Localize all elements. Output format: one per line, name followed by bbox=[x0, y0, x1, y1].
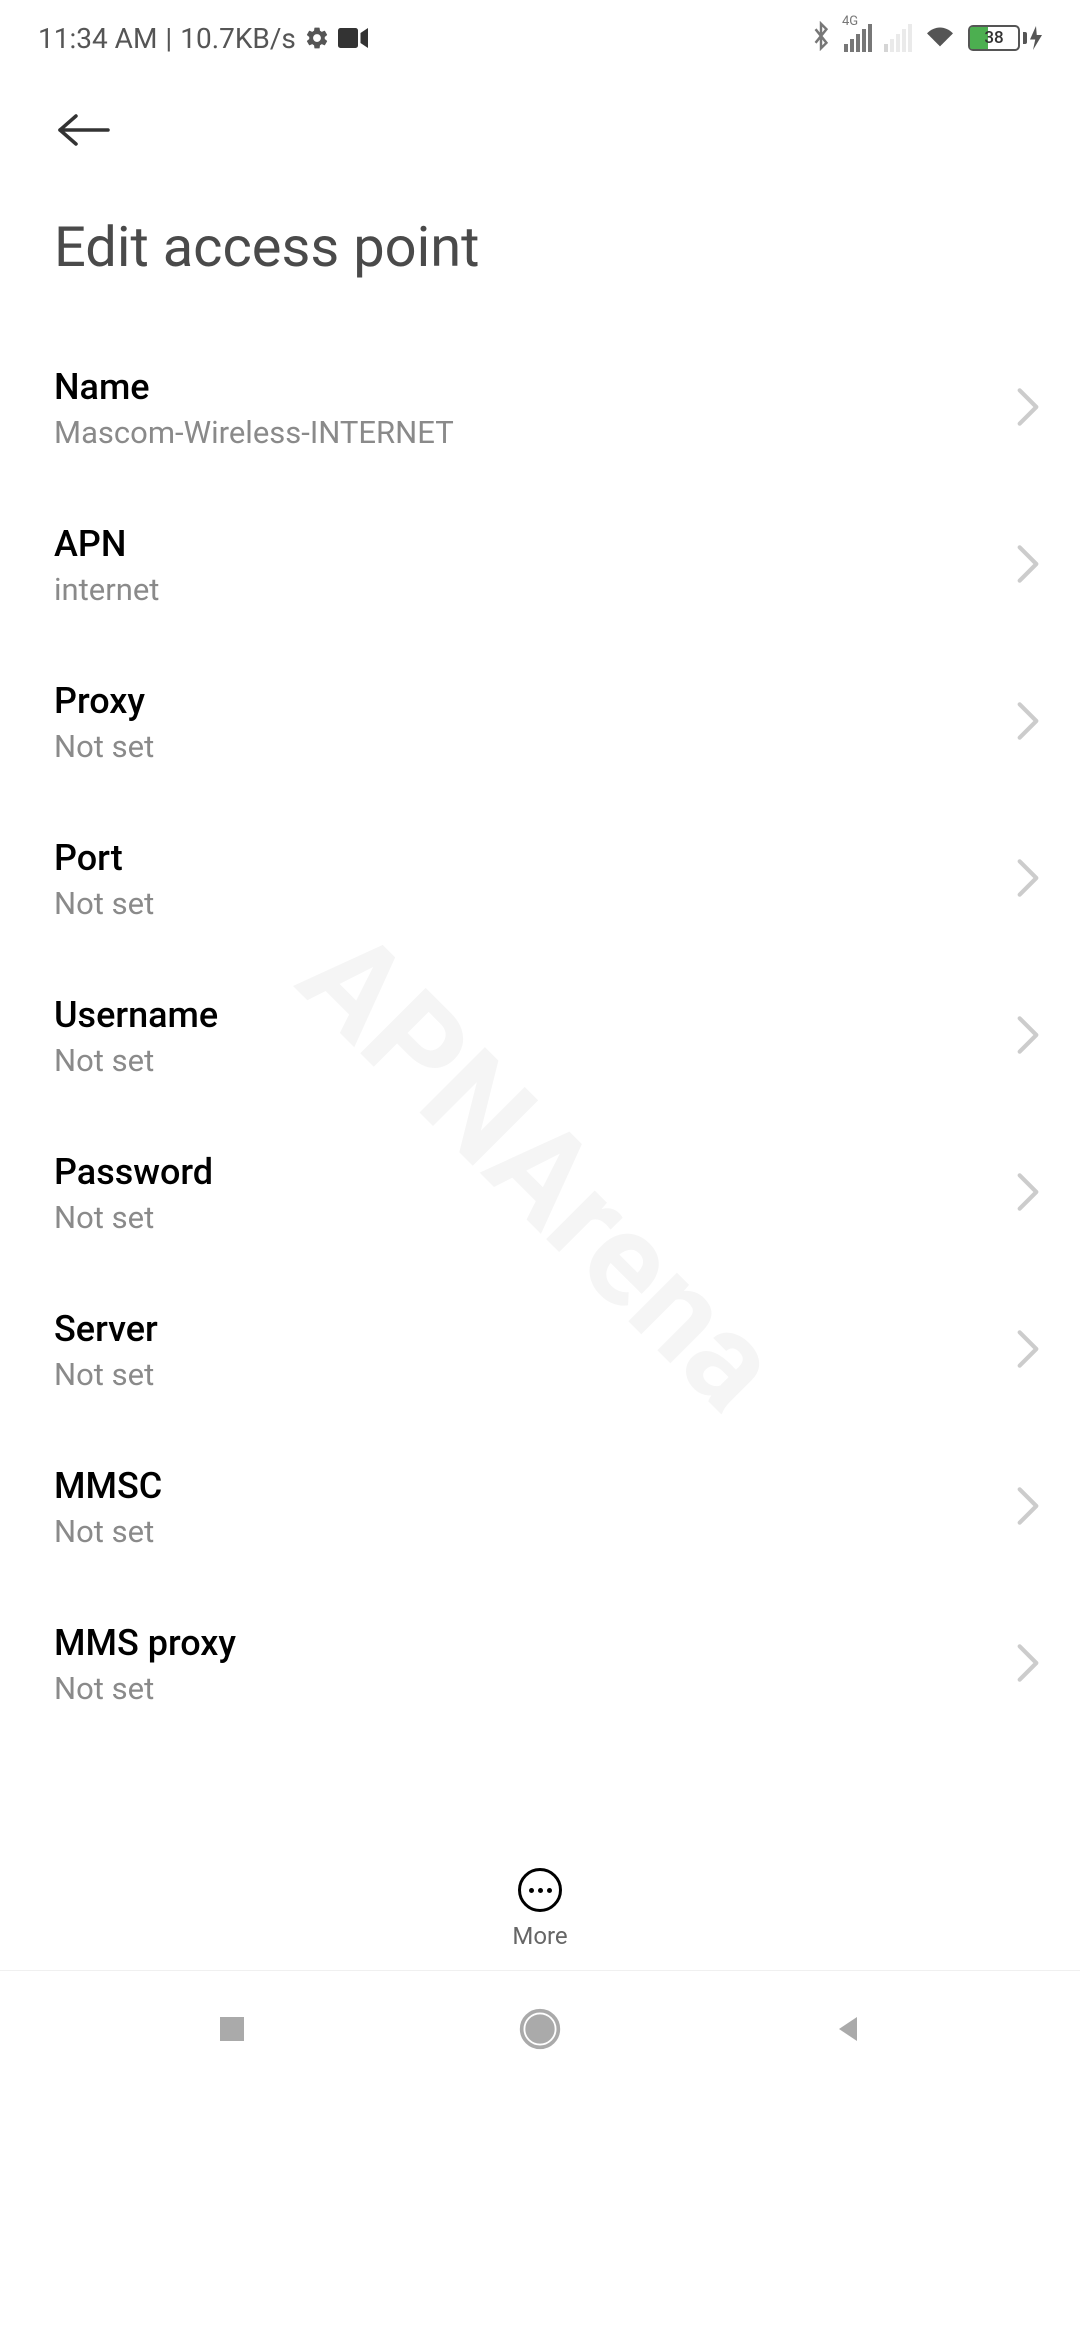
camera-icon bbox=[338, 27, 368, 49]
bluetooth-icon bbox=[810, 21, 832, 55]
setting-value: Not set bbox=[54, 1199, 213, 1236]
chevron-right-icon bbox=[1016, 387, 1040, 431]
status-separator: | bbox=[165, 22, 172, 55]
setting-label: Server bbox=[54, 1308, 158, 1350]
chevron-right-icon bbox=[1016, 1172, 1040, 1216]
setting-label: MMS proxy bbox=[54, 1622, 236, 1664]
chevron-right-icon bbox=[1016, 544, 1040, 588]
settings-list: Name Mascom-Wireless-INTERNET APN intern… bbox=[0, 310, 1080, 1763]
chevron-right-icon bbox=[1016, 858, 1040, 902]
status-right: 4G 38 bbox=[810, 21, 1042, 55]
dot-icon bbox=[529, 1888, 534, 1893]
setting-value: Not set bbox=[54, 1670, 236, 1707]
setting-item-proxy[interactable]: Proxy Not set bbox=[0, 644, 1080, 801]
nav-home-button[interactable] bbox=[518, 2007, 562, 2055]
setting-label: APN bbox=[54, 523, 159, 565]
chevron-right-icon bbox=[1016, 701, 1040, 745]
battery-icon: 38 bbox=[968, 25, 1042, 51]
status-bar: 11:34 AM | 10.7KB/s 4G bbox=[0, 0, 1080, 70]
chevron-right-icon bbox=[1016, 1329, 1040, 1373]
status-data-rate: 10.7KB/s bbox=[180, 22, 296, 55]
more-label: More bbox=[512, 1922, 567, 1950]
status-time: 11:34 AM bbox=[38, 22, 157, 55]
wifi-icon bbox=[924, 23, 956, 53]
setting-value: Not set bbox=[54, 1042, 218, 1079]
setting-value: internet bbox=[54, 571, 159, 608]
back-button[interactable] bbox=[0, 70, 1080, 154]
setting-label: Username bbox=[54, 994, 218, 1036]
setting-value: Not set bbox=[54, 1513, 162, 1550]
setting-value: Not set bbox=[54, 1356, 158, 1393]
setting-item-apn[interactable]: APN internet bbox=[0, 487, 1080, 644]
setting-label: Proxy bbox=[54, 680, 154, 722]
signal-4g-icon: 4G bbox=[844, 24, 872, 52]
setting-item-username[interactable]: Username Not set bbox=[0, 958, 1080, 1115]
setting-item-name[interactable]: Name Mascom-Wireless-INTERNET bbox=[0, 330, 1080, 487]
gear-icon bbox=[304, 25, 330, 51]
nav-back-button[interactable] bbox=[830, 2011, 866, 2051]
signal-no-sim-icon bbox=[884, 24, 912, 52]
setting-value: Not set bbox=[54, 728, 154, 765]
setting-label: Password bbox=[54, 1151, 213, 1193]
setting-item-port[interactable]: Port Not set bbox=[0, 801, 1080, 958]
setting-label: Name bbox=[54, 366, 454, 408]
setting-item-password[interactable]: Password Not set bbox=[0, 1115, 1080, 1272]
setting-item-mms-proxy[interactable]: MMS proxy Not set bbox=[0, 1586, 1080, 1743]
dot-icon bbox=[547, 1888, 552, 1893]
page-title: Edit access point bbox=[0, 154, 1080, 310]
setting-value: Not set bbox=[54, 885, 154, 922]
chevron-right-icon bbox=[1016, 1486, 1040, 1530]
dot-icon bbox=[538, 1888, 543, 1893]
chevron-right-icon bbox=[1016, 1015, 1040, 1059]
status-left: 11:34 AM | 10.7KB/s bbox=[38, 22, 368, 55]
setting-label: Port bbox=[54, 837, 154, 879]
back-arrow-icon bbox=[54, 110, 114, 150]
setting-item-mmsc[interactable]: MMSC Not set bbox=[0, 1429, 1080, 1586]
setting-label: MMSC bbox=[54, 1465, 162, 1507]
nav-recent-button[interactable] bbox=[214, 2011, 250, 2051]
more-button[interactable] bbox=[518, 1868, 562, 1912]
navigation-bar bbox=[0, 1970, 1080, 2090]
setting-value: Mascom-Wireless-INTERNET bbox=[54, 414, 454, 451]
chevron-right-icon bbox=[1016, 1643, 1040, 1687]
setting-item-server[interactable]: Server Not set bbox=[0, 1272, 1080, 1429]
bottom-menu: More bbox=[0, 1852, 1080, 1950]
